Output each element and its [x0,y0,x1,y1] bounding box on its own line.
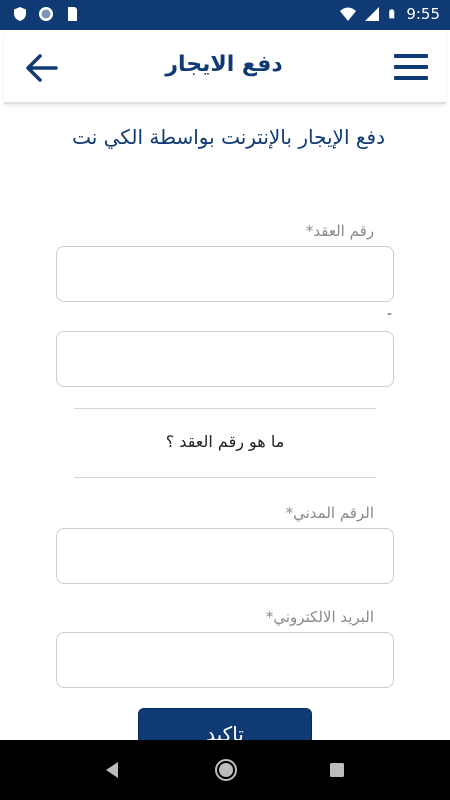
second-contract-input[interactable] [56,331,394,387]
system-nav-bar [0,740,450,800]
what-is-contract-number-link[interactable]: ما هو رقم العقد ؟ [74,432,376,451]
page-title: دفع الايجار [165,52,283,77]
nav-home-icon[interactable] [214,758,238,782]
circle-icon [39,7,53,21]
form-heading: دفع الإيجار بالإنترنت بواسطة الكي نت [72,125,385,149]
arrow-left-icon[interactable] [24,50,60,86]
email-label: البريد الالكتروني* [265,608,374,626]
battery-icon [389,9,395,19]
status-left-icons [12,6,80,22]
app-bar: دفع الايجار [4,32,446,104]
contract-number-label: رقم العقد* [305,222,374,240]
contract-number-input[interactable] [56,246,394,302]
status-bar: 9:55 [0,0,450,30]
second-field-dash: - [386,306,392,322]
signal-icon [365,7,380,21]
wifi-icon [340,7,357,21]
civil-id-label: الرقم المدني* [285,504,374,522]
nav-recents-icon[interactable] [329,762,345,778]
divider-top [74,408,376,409]
email-input[interactable] [56,632,394,688]
sd-card-icon [68,7,77,21]
divider-bottom [74,477,376,478]
hamburger-menu-icon[interactable] [394,54,428,82]
civil-id-input[interactable] [56,528,394,584]
status-right-icons: 9:55 [340,5,440,23]
nav-back-icon[interactable] [102,760,122,780]
status-time: 9:55 [406,5,440,23]
shield-icon [14,7,26,21]
